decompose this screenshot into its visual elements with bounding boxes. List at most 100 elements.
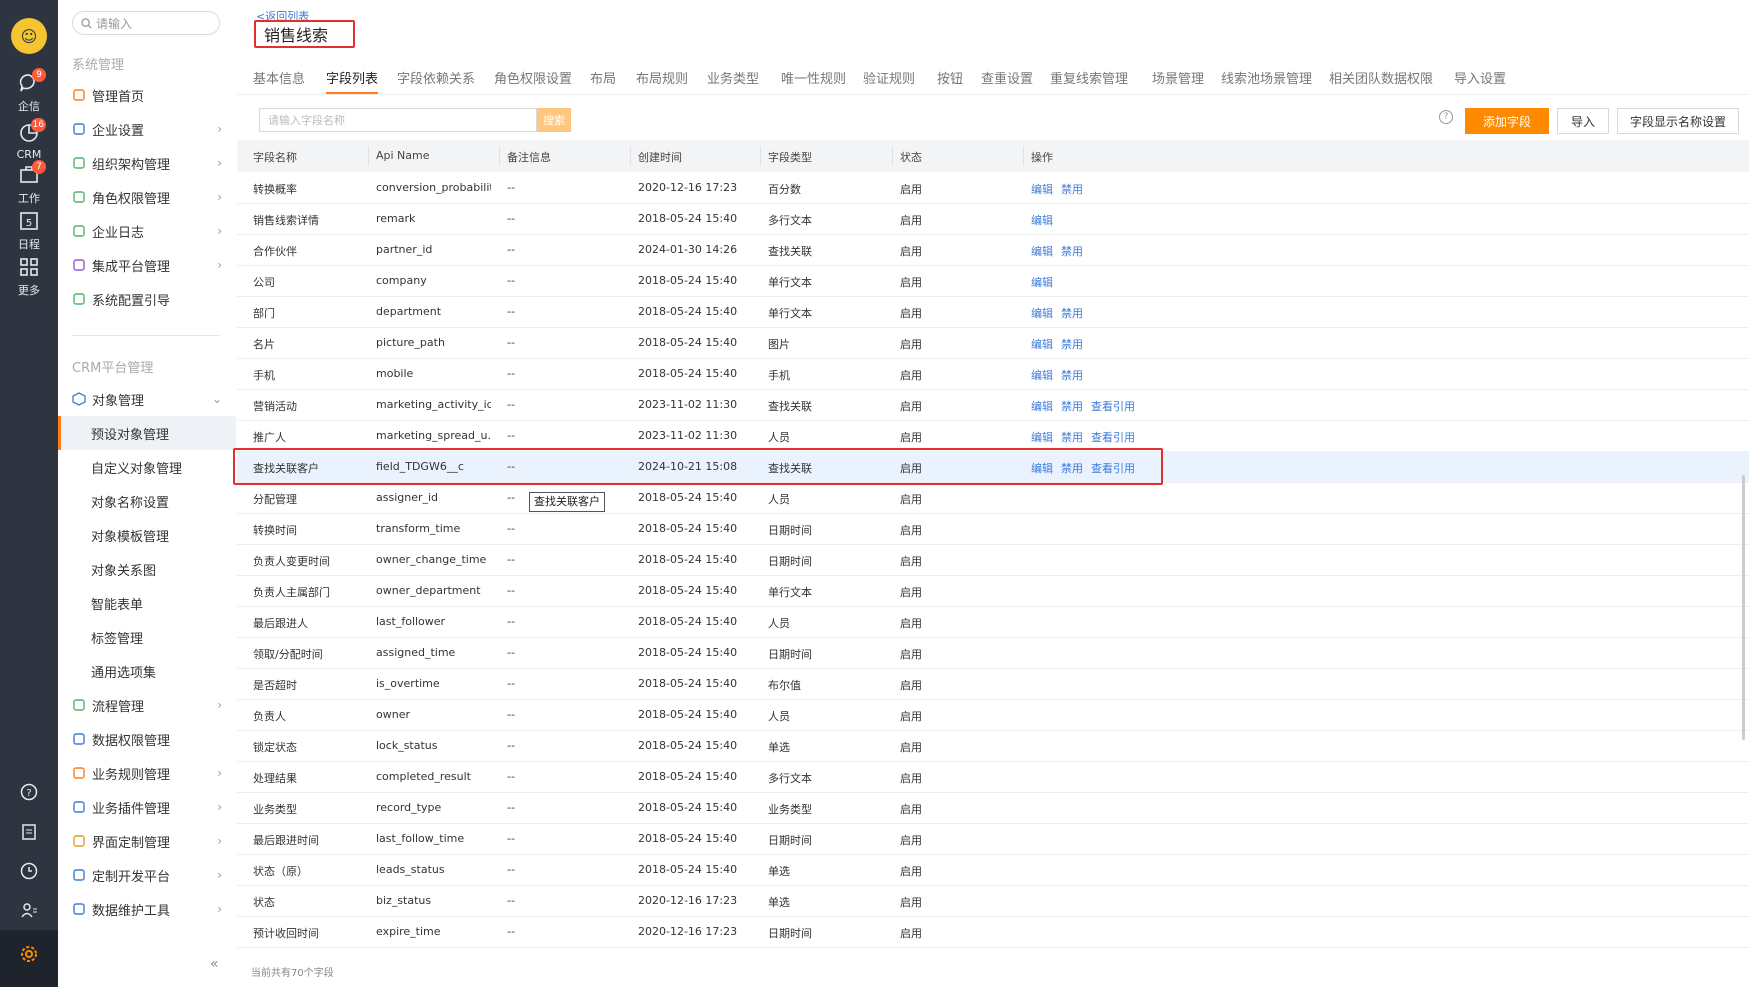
column-header-3[interactable]: 创建时间 [638, 149, 682, 165]
tab-2[interactable]: 字段依赖关系 [397, 68, 475, 87]
tab-9[interactable]: 按钮 [937, 68, 963, 87]
sidebar-subitem-0[interactable]: 预设对象管理 [58, 416, 236, 450]
tab-13[interactable]: 线索池场景管理 [1221, 68, 1312, 87]
help-icon[interactable]: ? [0, 783, 58, 804]
tab-5[interactable]: 布局规则 [636, 68, 688, 87]
table-row[interactable]: 销售线索详情 remark -- 2018-05-24 15:40 多行文本 启用 编辑 [237, 203, 1749, 235]
sidebar-item-system-4[interactable]: 企业日志 › [58, 214, 236, 248]
rail-item-4[interactable]: 更多 [0, 256, 58, 298]
table-row[interactable]: 是否超时 is_overtime -- 2018-05-24 15:40 布尔值 启用 [237, 668, 1749, 700]
row-action-link[interactable]: 禁用 [1061, 462, 1083, 475]
sidebar-subitem-3[interactable]: 对象模板管理 [58, 518, 236, 552]
table-row[interactable]: 负责人 owner -- 2018-05-24 15:40 人员 启用 [237, 699, 1749, 731]
settings-gear-icon[interactable] [0, 930, 58, 987]
sidebar-item-system-1[interactable]: 企业设置 › [58, 112, 236, 146]
column-header-2[interactable]: 备注信息 [507, 149, 551, 165]
tab-3[interactable]: 角色权限设置 [494, 68, 572, 87]
sidebar-subitem-2[interactable]: 对象名称设置 [58, 484, 236, 518]
table-row[interactable]: 营销活动 marketing_activity_id... -- 2023-11-02… [237, 389, 1749, 421]
row-action-link[interactable]: 禁用 [1061, 431, 1083, 444]
row-action-link[interactable]: 编辑 [1031, 276, 1053, 289]
tab-6[interactable]: 业务类型 [707, 68, 759, 87]
table-row[interactable]: 合作伙伴 partner_id -- 2024-01-30 14:26 查找关联 启用 编辑… [237, 234, 1749, 266]
table-row[interactable]: 负责人主属部门 owner_department -- 2018-05-24 15:4… [237, 575, 1749, 607]
table-row[interactable]: 最后跟进时间 last_follow_time -- 2018-05-24 15:40… [237, 823, 1749, 855]
tab-4[interactable]: 布局 [590, 68, 616, 87]
field-display-name-settings-button[interactable]: 字段显示名称设置 [1617, 108, 1739, 134]
row-action-link[interactable]: 禁用 [1061, 183, 1083, 196]
row-action-link[interactable]: 编辑 [1031, 183, 1053, 196]
table-scrollbar[interactable] [1742, 475, 1745, 740]
row-action-link[interactable]: 禁用 [1061, 338, 1083, 351]
table-row[interactable]: 状态（原） leads_status -- 2018-05-24 15:40 单选 启用 [237, 854, 1749, 886]
row-action-link[interactable]: 禁用 [1061, 369, 1083, 382]
rail-item-0[interactable]: 企信 9 [0, 68, 58, 114]
sidebar-item-system-3[interactable]: 角色权限管理 › [58, 180, 236, 214]
table-row[interactable]: 分配管理 assigner_id -- 2018-05-24 15:40 人员 启用 [237, 482, 1749, 514]
column-header-5[interactable]: 状态 [900, 149, 922, 165]
row-action-link[interactable]: 查看引用 [1091, 400, 1135, 413]
tab-0[interactable]: 基本信息 [253, 68, 305, 87]
tab-10[interactable]: 查重设置 [981, 68, 1033, 87]
row-action-link[interactable]: 编辑 [1031, 214, 1053, 227]
rail-item-1[interactable]: CRM 16 [0, 118, 58, 161]
sidebar-subitem-6[interactable]: 标签管理 [58, 620, 236, 654]
column-header-4[interactable]: 字段类型 [768, 149, 812, 165]
user-list-icon[interactable] [0, 901, 58, 922]
table-row[interactable]: 查找关联客户 field_TDGW6__c -- 2024-10-21 15:08 查找… [237, 451, 1749, 483]
table-row[interactable]: 转换时间 transform_time -- 2018-05-24 15:40 日期时间… [237, 513, 1749, 545]
add-field-button[interactable]: 添加字段 [1465, 108, 1549, 134]
field-search-input[interactable]: 请输入字段名称 [259, 108, 537, 132]
table-row[interactable]: 部门 department -- 2018-05-24 15:40 单行文本 启用 编辑 禁用 [237, 296, 1749, 328]
search-button[interactable]: 搜索 [537, 108, 571, 132]
sidebar-item-crm-6[interactable]: 数据维护工具 › [58, 892, 236, 926]
tab-11[interactable]: 重复线索管理 [1050, 68, 1128, 87]
table-row[interactable]: 预计收回时间 expire_time -- 2020-12-16 17:23 日期时间 启… [237, 916, 1749, 948]
tab-12[interactable]: 场景管理 [1152, 68, 1204, 87]
tab-14[interactable]: 相关团队数据权限 [1329, 68, 1433, 87]
tab-1[interactable]: 字段列表 [326, 68, 378, 87]
tab-15[interactable]: 导入设置 [1454, 68, 1506, 87]
sidebar-item-crm-0[interactable]: 流程管理 › [58, 688, 236, 722]
row-action-link[interactable]: 查看引用 [1091, 431, 1135, 444]
sidebar-item-crm-3[interactable]: 业务插件管理 › [58, 790, 236, 824]
rail-item-2[interactable]: 工作 7 [0, 160, 58, 206]
import-button[interactable]: 导入 [1557, 108, 1609, 134]
row-action-link[interactable]: 编辑 [1031, 245, 1053, 258]
collapse-sidebar-icon[interactable]: « [210, 956, 219, 972]
help-icon[interactable]: ? [1439, 110, 1453, 124]
row-action-link[interactable]: 查看引用 [1091, 462, 1135, 475]
table-row[interactable]: 公司 company -- 2018-05-24 15:40 单行文本 启用 编辑 [237, 265, 1749, 297]
tab-7[interactable]: 唯一性规则 [781, 68, 846, 87]
row-action-link[interactable]: 编辑 [1031, 307, 1053, 320]
table-row[interactable]: 最后跟进人 last_follower -- 2018-05-24 15:40 人员 启用 [237, 606, 1749, 638]
table-row[interactable]: 转换概率 conversion_probability -- 2020-12-16 1… [237, 172, 1749, 204]
document-icon[interactable] [0, 823, 58, 844]
rail-item-3[interactable]: 5 日程 [0, 210, 58, 252]
sidebar-item-crm-1[interactable]: 数据权限管理 [58, 722, 236, 756]
sidebar-item-system-0[interactable]: 管理首页 [58, 78, 236, 112]
row-action-link[interactable]: 禁用 [1061, 400, 1083, 413]
app-logo[interactable]: ☺ [11, 18, 47, 54]
sidebar-item-crm-2[interactable]: 业务规则管理 › [58, 756, 236, 790]
table-row[interactable]: 手机 mobile -- 2018-05-24 15:40 手机 启用 编辑 禁用 [237, 358, 1749, 390]
sidebar-item-system-5[interactable]: 集成平台管理 › [58, 248, 236, 282]
table-row[interactable]: 推广人 marketing_spread_u... -- 2023-11-02 11:… [237, 420, 1749, 452]
table-row[interactable]: 处理结果 completed_result -- 2018-05-24 15:40 多行… [237, 761, 1749, 793]
sidebar-subitem-1[interactable]: 自定义对象管理 [58, 450, 236, 484]
row-action-link[interactable]: 编辑 [1031, 369, 1053, 382]
column-header-0[interactable]: 字段名称 [253, 149, 297, 165]
table-row[interactable]: 业务类型 record_type -- 2018-05-24 15:40 业务类型 启用 [237, 792, 1749, 824]
sidebar-item-system-6[interactable]: 系统配置引导 [58, 282, 236, 316]
tab-8[interactable]: 验证规则 [863, 68, 915, 87]
column-header-1[interactable]: Api Name [376, 149, 430, 162]
column-header-6[interactable]: 操作 [1031, 149, 1053, 165]
row-action-link[interactable]: 编辑 [1031, 462, 1053, 475]
table-row[interactable]: 领取/分配时间 assigned_time -- 2018-05-24 15:40 日期… [237, 637, 1749, 669]
row-action-link[interactable]: 禁用 [1061, 245, 1083, 258]
row-action-link[interactable]: 编辑 [1031, 431, 1053, 444]
sidebar-item-object-management[interactable]: 对象管理 ⌄ [58, 382, 236, 416]
clock-icon[interactable] [0, 862, 58, 883]
row-action-link[interactable]: 编辑 [1031, 338, 1053, 351]
table-row[interactable]: 锁定状态 lock_status -- 2018-05-24 15:40 单选 启用 [237, 730, 1749, 762]
